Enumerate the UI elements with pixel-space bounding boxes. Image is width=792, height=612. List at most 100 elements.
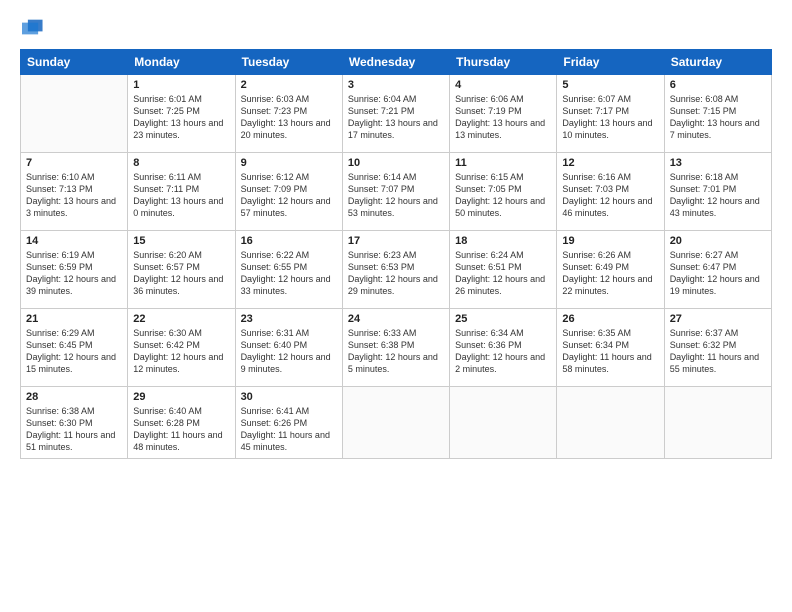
calendar-cell: 2Sunrise: 6:03 AMSunset: 7:23 PMDaylight… xyxy=(235,75,342,153)
daylight-label: Daylight: 12 hours and 43 minutes. xyxy=(670,196,760,218)
calendar-cell: 23Sunrise: 6:31 AMSunset: 6:40 PMDayligh… xyxy=(235,309,342,387)
day-info: Sunrise: 6:06 AMSunset: 7:19 PMDaylight:… xyxy=(455,93,551,142)
calendar-cell: 6Sunrise: 6:08 AMSunset: 7:15 PMDaylight… xyxy=(664,75,771,153)
day-number: 15 xyxy=(133,235,229,247)
sunset-label: Sunset: 7:23 PM xyxy=(241,106,308,116)
sunrise-label: Sunrise: 6:10 AM xyxy=(26,172,95,182)
sunrise-label: Sunrise: 6:16 AM xyxy=(562,172,631,182)
calendar-cell: 26Sunrise: 6:35 AMSunset: 6:34 PMDayligh… xyxy=(557,309,664,387)
calendar-cell xyxy=(664,387,771,459)
calendar-cell xyxy=(450,387,557,459)
daylight-label: Daylight: 12 hours and 22 minutes. xyxy=(562,274,652,296)
calendar-cell: 21Sunrise: 6:29 AMSunset: 6:45 PMDayligh… xyxy=(21,309,128,387)
daylight-label: Daylight: 11 hours and 45 minutes. xyxy=(241,430,330,452)
calendar-cell: 12Sunrise: 6:16 AMSunset: 7:03 PMDayligh… xyxy=(557,153,664,231)
calendar-cell: 30 Sunrise: 6:41 AMSunset: 6:26 PMDayligh… xyxy=(235,387,342,459)
daylight-label: Daylight: 12 hours and 53 minutes. xyxy=(348,196,438,218)
calendar-header-row: SundayMondayTuesdayWednesdayThursdayFrid… xyxy=(21,50,772,75)
sunset-label: Sunset: 6:40 PM xyxy=(241,340,308,350)
sunset-label: Sunset: 6:59 PM xyxy=(26,262,93,272)
day-info: Sunrise: 6:31 AMSunset: 6:40 PMDaylight:… xyxy=(241,327,337,376)
day-info: Sunrise: 6:38 AMSunset: 6:30 PMDaylight:… xyxy=(26,405,122,454)
calendar-cell: 13Sunrise: 6:18 AMSunset: 7:01 PMDayligh… xyxy=(664,153,771,231)
daylight-label: Daylight: 12 hours and 26 minutes. xyxy=(455,274,545,296)
daylight-label: Daylight: 11 hours and 51 minutes. xyxy=(26,430,115,452)
sunrise-label: Sunrise: 6:33 AM xyxy=(348,328,417,338)
sunset-label: Sunset: 7:05 PM xyxy=(455,184,522,194)
sunrise-label: Sunrise: 6:12 AM xyxy=(241,172,310,182)
sunset-label: Sunset: 7:13 PM xyxy=(26,184,93,194)
sunrise-label: Sunrise: 6:18 AM xyxy=(670,172,739,182)
calendar-cell: 19Sunrise: 6:26 AMSunset: 6:49 PMDayligh… xyxy=(557,231,664,309)
daylight-label: Daylight: 12 hours and 33 minutes. xyxy=(241,274,331,296)
sunset-label: Sunset: 6:51 PM xyxy=(455,262,522,272)
calendar-week-3: 14 Sunrise: 6:19 AM Sunset: 6:59 PM Dayligh… xyxy=(21,231,772,309)
day-number: 14 xyxy=(26,235,122,247)
sunset-label: Sunset: 7:03 PM xyxy=(562,184,629,194)
day-number: 24 xyxy=(348,313,444,325)
calendar: SundayMondayTuesdayWednesdayThursdayFrid… xyxy=(20,49,772,459)
day-info: Sunrise: 6:20 AMSunset: 6:57 PMDaylight:… xyxy=(133,249,229,298)
sunrise-label: Sunrise: 6:08 AM xyxy=(670,94,739,104)
col-header-thursday: Thursday xyxy=(450,50,557,75)
day-info: Sunrise: 6:03 AM Sunset: 7:23 PM Daylight:… xyxy=(241,93,337,142)
day-info: Sunrise: 6:23 AMSunset: 6:53 PMDaylight:… xyxy=(348,249,444,298)
daylight-label: Daylight: 12 hours and 5 minutes. xyxy=(348,352,438,374)
sunset-label: Sunset: 7:01 PM xyxy=(670,184,737,194)
daylight-label: Daylight: 13 hours and 20 minutes. xyxy=(241,118,331,140)
sunrise-label: Sunrise: 6:20 AM xyxy=(133,250,202,260)
calendar-cell: 18Sunrise: 6:24 AMSunset: 6:51 PMDayligh… xyxy=(450,231,557,309)
day-info: Sunrise: 6:19 AMSunset: 6:59 PMDaylight:… xyxy=(26,249,122,298)
sunset-label: Sunset: 7:07 PM xyxy=(348,184,415,194)
sunrise-label: Sunrise: 6:07 AM xyxy=(562,94,631,104)
sunrise-label: Sunrise: 6:15 AM xyxy=(455,172,524,182)
sunset-label: Sunset: 6:34 PM xyxy=(562,340,629,350)
sunrise-label: Sunrise: 6:03 AM xyxy=(241,94,310,104)
logo xyxy=(20,18,44,43)
sunset-label: Sunset: 6:36 PM xyxy=(455,340,522,350)
daylight-label: Daylight: 12 hours and 2 minutes. xyxy=(455,352,545,374)
sunrise-label: Sunrise: 6:38 AM xyxy=(26,406,95,416)
sunset-label: Sunset: 6:57 PM xyxy=(133,262,200,272)
day-info: Sunrise: 6:12 AMSunset: 7:09 PMDaylight:… xyxy=(241,171,337,220)
col-header-friday: Friday xyxy=(557,50,664,75)
day-info: Sunrise: 6:41 AMSunset: 6:26 PMDaylight:… xyxy=(241,405,337,454)
day-number: 10 xyxy=(348,157,444,169)
day-info: Sunrise: 6:40 AMSunset: 6:28 PMDaylight:… xyxy=(133,405,229,454)
sunrise-label: Sunrise: 6:14 AM xyxy=(348,172,417,182)
day-number: 27 xyxy=(670,313,766,325)
daylight-label: Daylight: 13 hours and 10 minutes. xyxy=(562,118,652,140)
calendar-cell: 14Sunrise: 6:19 AMSunset: 6:59 PMDayligh… xyxy=(21,231,128,309)
sunrise-label: Sunrise: 6:19 AM xyxy=(26,250,95,260)
sunset-label: Sunset: 7:19 PM xyxy=(455,106,522,116)
daylight-label: Daylight: 13 hours and 23 minutes. xyxy=(133,118,223,140)
day-number: 7 xyxy=(26,157,122,169)
calendar-cell: 9Sunrise: 6:12 AMSunset: 7:09 PMDaylight… xyxy=(235,153,342,231)
daylight-label: Daylight: 12 hours and 50 minutes. xyxy=(455,196,545,218)
day-info: Sunrise: 6:35 AMSunset: 6:34 PMDaylight:… xyxy=(562,327,658,376)
day-info: Sunrise: 6:27 AMSunset: 6:47 PMDaylight:… xyxy=(670,249,766,298)
sunset-label: Sunset: 6:38 PM xyxy=(348,340,415,350)
sunset-label: Sunset: 6:47 PM xyxy=(670,262,737,272)
day-number: 22 xyxy=(133,313,229,325)
col-header-monday: Monday xyxy=(128,50,235,75)
sunrise-label: Sunrise: 6:30 AM xyxy=(133,328,202,338)
sunset-label: Sunset: 6:55 PM xyxy=(241,262,308,272)
sunrise-label: Sunrise: 6:04 AM xyxy=(348,94,417,104)
day-number: 30 xyxy=(241,391,337,403)
sunset-label: Sunset: 7:15 PM xyxy=(670,106,737,116)
calendar-cell: 17Sunrise: 6:23 AMSunset: 6:53 PMDayligh… xyxy=(342,231,449,309)
calendar-cell: 1Sunrise: 6:01 AMSunset: 7:25 PMDaylight… xyxy=(128,75,235,153)
daylight-label: Daylight: 11 hours and 58 minutes. xyxy=(562,352,651,374)
day-number: 21 xyxy=(26,313,122,325)
day-number: 12 xyxy=(562,157,658,169)
day-number: 8 xyxy=(133,157,229,169)
calendar-cell: 25Sunrise: 6:34 AMSunset: 6:36 PMDayligh… xyxy=(450,309,557,387)
daylight-label: Daylight: 12 hours and 29 minutes. xyxy=(348,274,438,296)
sunset-label: Sunset: 6:49 PM xyxy=(562,262,629,272)
day-info: Sunrise: 6:18 AM Sunset: 7:01 PM Daylight:… xyxy=(670,171,766,220)
col-header-wednesday: Wednesday xyxy=(342,50,449,75)
day-info: Sunrise: 6:22 AMSunset: 6:55 PMDaylight:… xyxy=(241,249,337,298)
day-number: 6 xyxy=(670,79,766,91)
day-info: Sunrise: 6:16 AMSunset: 7:03 PMDaylight:… xyxy=(562,171,658,220)
